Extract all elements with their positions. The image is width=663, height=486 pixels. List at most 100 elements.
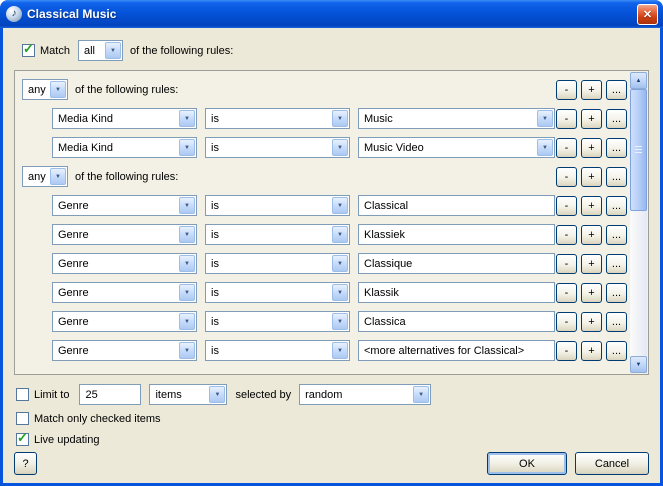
remove-rule-button[interactable]: - xyxy=(556,195,577,216)
rule-value-input[interactable] xyxy=(358,340,555,361)
remove-rule-button[interactable]: - xyxy=(556,137,577,158)
rule-field-dropdown[interactable]: Genre ▼ xyxy=(52,311,197,332)
add-nested-rule-button[interactable]: ... xyxy=(606,253,627,274)
rule-value-input[interactable] xyxy=(358,253,555,274)
rule-row-buttons: - + ... xyxy=(556,195,627,216)
limit-order-value: random xyxy=(305,388,343,401)
live-updating-label: Live updating xyxy=(34,433,100,446)
add-rule-button[interactable]: + xyxy=(581,282,602,303)
ok-button[interactable]: OK xyxy=(487,452,567,475)
add-rule-button[interactable]: + xyxy=(581,195,602,216)
add-nested-rule-button[interactable]: ... xyxy=(606,340,627,361)
group-suffix-label: of the following rules: xyxy=(75,170,179,183)
rule-operator-dropdown[interactable]: is ▼ xyxy=(205,282,350,303)
rule-row: Genre ▼ is ▼ - + ... xyxy=(22,282,627,303)
scrollbar-track[interactable] xyxy=(630,89,647,356)
rule-field-value: Media Kind xyxy=(58,112,114,125)
add-rule-button[interactable]: + xyxy=(581,137,602,158)
remove-rule-button[interactable]: - xyxy=(556,253,577,274)
scrollbar-thumb[interactable] xyxy=(630,89,647,211)
remove-rule-button[interactable]: - xyxy=(556,340,577,361)
rule-row: Genre ▼ is ▼ - + ... xyxy=(22,311,627,332)
add-nested-rule-button[interactable]: ... xyxy=(606,311,627,332)
remove-rule-button[interactable]: - xyxy=(556,108,577,129)
rule-field-dropdown[interactable]: Genre ▼ xyxy=(52,224,197,245)
add-nested-rule-button[interactable]: ... xyxy=(606,137,627,158)
limit-order-dropdown[interactable]: random ▼ xyxy=(299,384,432,405)
rule-field-dropdown[interactable]: Genre ▼ xyxy=(52,195,197,216)
add-rule-button[interactable]: + xyxy=(581,166,602,187)
chevron-down-icon: ▼ xyxy=(50,81,66,98)
add-nested-rule-button[interactable]: ... xyxy=(606,282,627,303)
rule-value-dropdown[interactable]: Music ▼ xyxy=(358,108,555,129)
rule-value-input[interactable] xyxy=(358,282,555,303)
rule-value-input[interactable] xyxy=(358,224,555,245)
scroll-down-button[interactable]: ▼ xyxy=(630,356,647,373)
rule-field-dropdown[interactable]: Media Kind ▼ xyxy=(52,137,197,158)
limit-row: Limit to items ▼ selected by random ▼ xyxy=(16,384,660,405)
rule-field-dropdown[interactable]: Genre ▼ xyxy=(52,340,197,361)
vertical-scrollbar[interactable]: ▲ ▼ xyxy=(630,72,647,373)
group-mode-dropdown[interactable]: any ▼ xyxy=(22,79,68,100)
match-only-checked-row: Match only checked items xyxy=(16,411,660,426)
add-nested-rule-button[interactable]: ... xyxy=(606,166,627,187)
rule-operator-dropdown[interactable]: is ▼ xyxy=(205,311,350,332)
chevron-down-icon: ▼ xyxy=(179,197,195,214)
rule-operator-dropdown[interactable]: is ▼ xyxy=(205,137,350,158)
limit-count-input[interactable] xyxy=(79,384,142,405)
chevron-down-icon: ▼ xyxy=(179,255,195,272)
rule-value-input[interactable] xyxy=(358,195,555,216)
add-nested-rule-button[interactable]: ... xyxy=(606,108,627,129)
add-rule-button[interactable]: + xyxy=(581,340,602,361)
chevron-down-icon: ▼ xyxy=(537,139,553,156)
rule-group-row: any ▼ of the following rules: - + ... xyxy=(22,79,627,100)
rule-field-dropdown[interactable]: Genre ▼ xyxy=(52,253,197,274)
rule-operator-value: is xyxy=(211,286,219,299)
close-icon: ✕ xyxy=(642,8,653,21)
match-mode-dropdown[interactable]: all ▼ xyxy=(77,40,123,61)
add-rule-button[interactable]: + xyxy=(581,253,602,274)
remove-rule-button[interactable]: - xyxy=(556,166,577,187)
rule-operator-dropdown[interactable]: is ▼ xyxy=(205,224,350,245)
rule-value-dropdown[interactable]: Music Video ▼ xyxy=(358,137,555,158)
rule-operator-dropdown[interactable]: is ▼ xyxy=(205,108,350,129)
limit-checkbox[interactable] xyxy=(16,388,29,401)
rule-row: Genre ▼ is ▼ - + ... xyxy=(22,195,627,216)
add-rule-button[interactable]: + xyxy=(581,224,602,245)
scroll-up-button[interactable]: ▲ xyxy=(630,72,647,89)
chevron-down-icon: ▼ xyxy=(332,342,348,359)
rule-operator-dropdown[interactable]: is ▼ xyxy=(205,195,350,216)
remove-rule-button[interactable]: - xyxy=(556,282,577,303)
title-bar[interactable]: ♪ Classical Music ✕ xyxy=(0,0,663,28)
rule-field-dropdown[interactable]: Genre ▼ xyxy=(52,282,197,303)
add-rule-button[interactable]: + xyxy=(581,311,602,332)
remove-rule-button[interactable]: - xyxy=(556,311,577,332)
rule-row: Genre ▼ is ▼ - + ... xyxy=(22,340,627,361)
rule-field-dropdown[interactable]: Media Kind ▼ xyxy=(52,108,197,129)
rule-operator-dropdown[interactable]: is ▼ xyxy=(205,340,350,361)
group-mode-value: any xyxy=(28,83,46,96)
remove-rule-button[interactable]: - xyxy=(556,79,577,100)
rule-operator-dropdown[interactable]: is ▼ xyxy=(205,253,350,274)
chevron-down-icon: ▼ xyxy=(179,313,195,330)
add-nested-rule-button[interactable]: ... xyxy=(606,195,627,216)
add-rule-button[interactable]: + xyxy=(581,108,602,129)
add-rule-button[interactable]: + xyxy=(581,79,602,100)
remove-rule-button[interactable]: - xyxy=(556,224,577,245)
limit-unit-dropdown[interactable]: items ▼ xyxy=(149,384,228,405)
add-nested-rule-button[interactable]: ... xyxy=(606,79,627,100)
group-mode-dropdown[interactable]: any ▼ xyxy=(22,166,68,187)
cancel-button[interactable]: Cancel xyxy=(575,452,649,475)
add-nested-rule-button[interactable]: ... xyxy=(606,224,627,245)
match-only-checked-checkbox[interactable] xyxy=(16,412,29,425)
chevron-down-icon: ▼ xyxy=(50,168,66,185)
rule-value-input[interactable] xyxy=(358,311,555,332)
help-button[interactable]: ? xyxy=(14,452,37,475)
live-updating-checkbox[interactable]: ✓ xyxy=(16,431,29,446)
rule-field-value: Genre xyxy=(58,315,89,328)
chevron-down-icon: ▼ xyxy=(332,110,348,127)
selected-by-label: selected by xyxy=(235,388,292,401)
rules-area: any ▼ of the following rules: - + ... Me… xyxy=(14,70,649,375)
match-checkbox[interactable]: ✓ xyxy=(22,42,35,57)
close-button[interactable]: ✕ xyxy=(637,3,658,25)
